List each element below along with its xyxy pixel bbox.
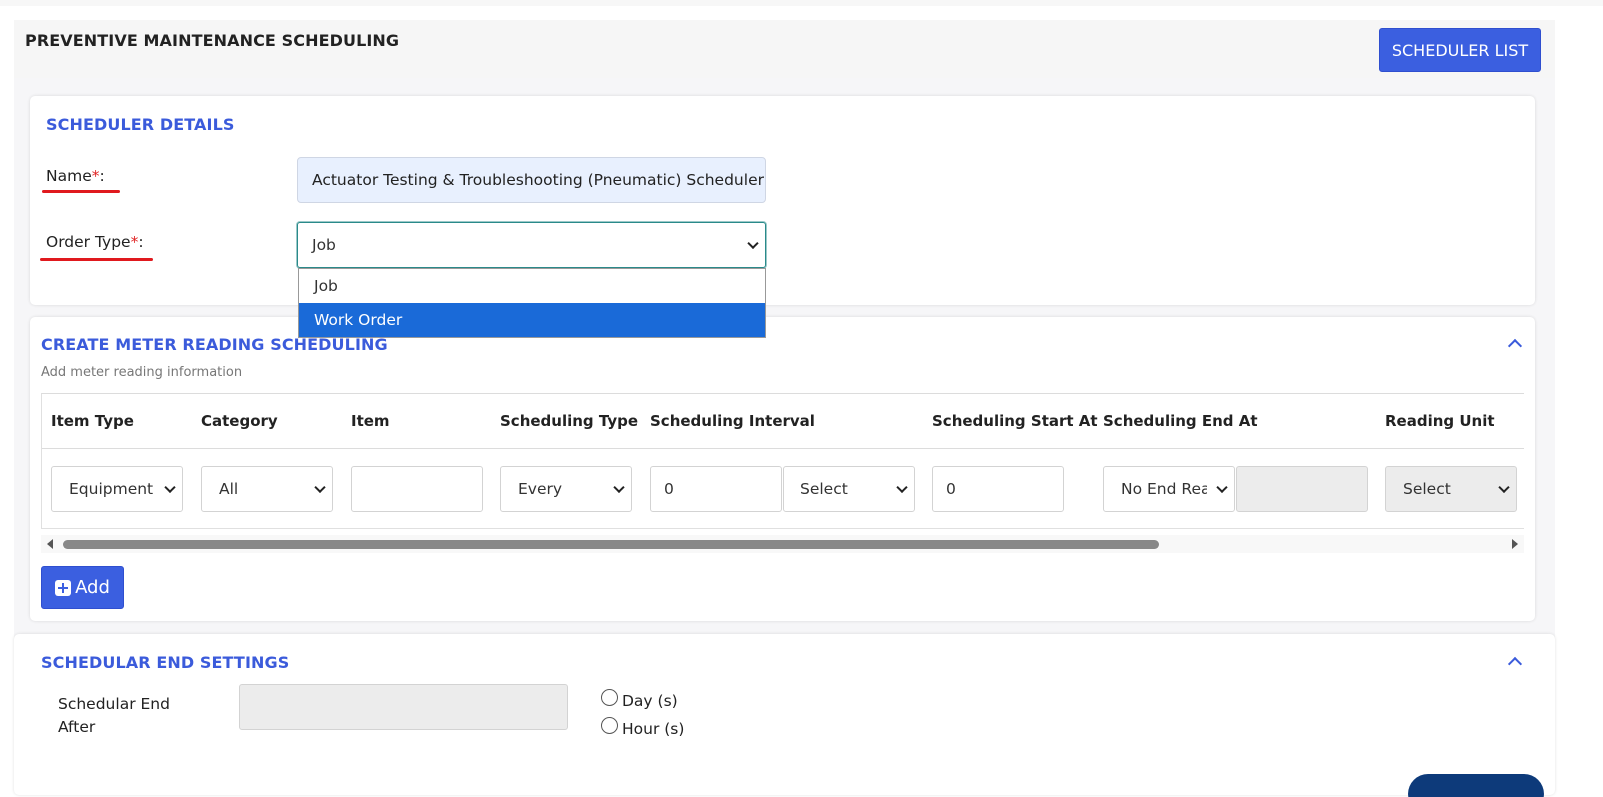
end-settings-title: SCHEDULAR END SETTINGS	[41, 653, 290, 672]
chevron-down-icon	[613, 481, 625, 494]
order-type-selected: Job	[312, 236, 336, 254]
horizontal-scrollbar[interactable]	[41, 535, 1524, 553]
scroll-left-icon[interactable]	[47, 539, 53, 549]
top-strip	[0, 0, 1603, 6]
column-header: Reading Unit	[1385, 412, 1495, 430]
hour-radio-label: Hour (s)	[622, 720, 685, 738]
reading-unit-select[interactable]: Select	[1385, 466, 1517, 512]
column-header: Item Type	[51, 412, 134, 430]
name-input[interactable]: Actuator Testing & Troubleshooting (Pneu…	[297, 157, 766, 203]
interval-value-input[interactable]: 0	[650, 466, 782, 512]
column-header: Scheduling Start At	[932, 412, 1098, 430]
scroll-right-icon[interactable]	[1512, 539, 1518, 549]
chevron-down-icon	[1498, 481, 1510, 494]
end-after-label: Schedular End After	[58, 695, 170, 736]
add-button[interactable]: Add	[41, 566, 124, 609]
scheduling-type-select[interactable]: Every	[500, 466, 632, 512]
scrollbar-thumb[interactable]	[63, 540, 1159, 549]
day-radio-label: Day (s)	[622, 692, 678, 710]
chevron-down-icon	[314, 481, 326, 494]
chevron-down-icon	[747, 237, 759, 250]
column-header: Scheduling End At	[1103, 412, 1258, 430]
chevron-up-icon[interactable]	[1507, 338, 1523, 354]
end-settings-card: SCHEDULAR END SETTINGS Schedular End Aft…	[14, 634, 1555, 795]
meter-reading-subtitle: Add meter reading information	[41, 365, 243, 380]
end-after-input[interactable]	[239, 684, 568, 730]
day-radio[interactable]	[601, 689, 618, 706]
start-at-input[interactable]: 0	[932, 466, 1064, 512]
scheduler-list-button[interactable]: SCHEDULER LIST	[1379, 28, 1541, 72]
order-type-select[interactable]: Job	[297, 222, 766, 268]
item-input[interactable]	[351, 466, 483, 512]
column-header: Scheduling Interval	[650, 412, 815, 430]
hour-radio[interactable]	[601, 717, 618, 734]
end-at-value-input[interactable]	[1236, 466, 1368, 512]
header-divider	[42, 448, 1524, 449]
interval-unit-select[interactable]: Select	[783, 466, 915, 512]
page-title: PREVENTIVE MAINTENANCE SCHEDULING	[25, 31, 400, 50]
column-header: Category	[201, 412, 278, 430]
name-label-underline	[42, 190, 120, 193]
dropdown-option-work-order[interactable]: Work Order	[299, 303, 765, 337]
name-label: Name*:	[46, 167, 105, 185]
column-header: Item	[351, 412, 390, 430]
scheduler-details-card: SCHEDULER DETAILS Name*: Order Type*:	[30, 96, 1535, 305]
order-type-label-underline	[40, 258, 153, 261]
chevron-down-icon	[164, 481, 176, 494]
dropdown-option-job[interactable]: Job	[299, 269, 765, 303]
chevron-down-icon	[896, 481, 908, 494]
order-type-dropdown: Job Work Order	[298, 268, 766, 338]
page-header: PREVENTIVE MAINTENANCE SCHEDULING SCHEDU…	[14, 20, 1555, 78]
chevron-up-icon[interactable]	[1507, 656, 1523, 672]
category-select[interactable]: All	[201, 466, 333, 512]
scheduler-details-title: SCHEDULER DETAILS	[46, 115, 235, 134]
floating-button[interactable]	[1408, 774, 1544, 797]
chevron-down-icon	[1216, 481, 1228, 494]
item-type-select[interactable]: Equipment	[51, 466, 183, 512]
order-type-label: Order Type*:	[46, 233, 144, 251]
end-at-select[interactable]: No End Reading	[1103, 466, 1235, 512]
column-header: Scheduling Type	[500, 412, 639, 430]
meter-reading-table: Item Type Category Item Scheduling Type …	[41, 393, 1524, 529]
plus-square-icon	[55, 579, 72, 596]
